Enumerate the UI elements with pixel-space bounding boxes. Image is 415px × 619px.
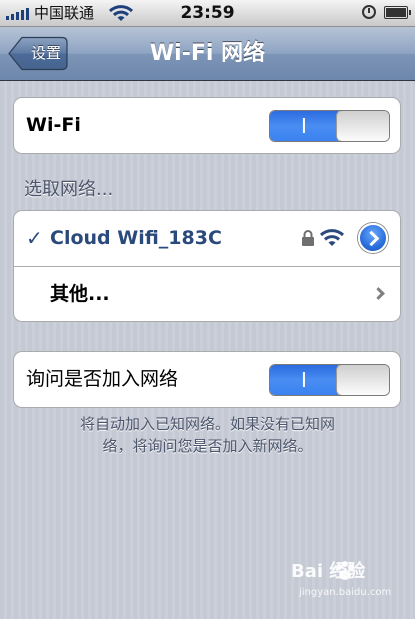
- wifi-toggle-group: Wi-Fi I: [13, 97, 401, 154]
- back-button-label: 设置: [30, 44, 61, 62]
- other-network-label: 其他...: [50, 283, 110, 305]
- chevron-right-icon: [372, 287, 385, 300]
- network-list: ✓ Cloud Wifi_183C 其他...: [13, 210, 401, 322]
- footer-note: 将自动加入已知网络。如果没有已知网 络，将询问您是否加入新网络。: [20, 413, 395, 457]
- status-time: 23:59: [180, 3, 235, 23]
- checkmark-icon: ✓: [26, 226, 43, 250]
- footer-note-line-2: 络，将询问您是否加入新网络。: [102, 437, 313, 455]
- ask-to-join-switch[interactable]: I: [269, 364, 390, 396]
- wifi-switch[interactable]: I: [269, 110, 390, 142]
- network-detail-button[interactable]: [358, 223, 388, 253]
- network-row-selected[interactable]: ✓ Cloud Wifi_183C: [14, 211, 400, 266]
- network-name: Cloud Wifi_183C: [50, 227, 222, 249]
- navigation-bar: 设置 Wi-Fi 网络: [0, 27, 415, 81]
- wifi-label: Wi-Fi: [26, 114, 81, 136]
- ask-to-join-label: 询问是否加入网络: [26, 368, 179, 390]
- footer-note-line-1: 将自动加入已知网络。如果没有已知网: [79, 415, 335, 433]
- battery-icon: [384, 6, 411, 19]
- ask-to-join-group: 询问是否加入网络 I: [13, 351, 401, 408]
- wifi-signal-icon: [319, 229, 345, 246]
- watermark: Bai 经验 jingyan.baidu.com: [291, 557, 401, 607]
- wifi-switch-knob[interactable]: [336, 111, 389, 141]
- ask-switch-on-label: I: [301, 368, 307, 392]
- paw-icon: [336, 561, 354, 580]
- ask-to-join-row: 询问是否加入网络 I: [14, 352, 400, 407]
- lock-icon: [302, 230, 314, 246]
- page-title: Wi-Fi 网络: [149, 41, 266, 66]
- watermark-url: jingyan.baidu.com: [299, 587, 392, 598]
- choose-network-header: 选取网络...: [24, 179, 114, 200]
- alarm-icon: [362, 5, 376, 19]
- status-bar: 中国联通 23:59: [0, 0, 415, 27]
- back-button[interactable]: 设置: [8, 36, 68, 71]
- wifi-row: Wi-Fi I: [14, 98, 400, 153]
- ask-switch-knob[interactable]: [336, 365, 389, 395]
- wifi-switch-on-label: I: [301, 114, 307, 138]
- network-row-other[interactable]: 其他...: [14, 266, 400, 321]
